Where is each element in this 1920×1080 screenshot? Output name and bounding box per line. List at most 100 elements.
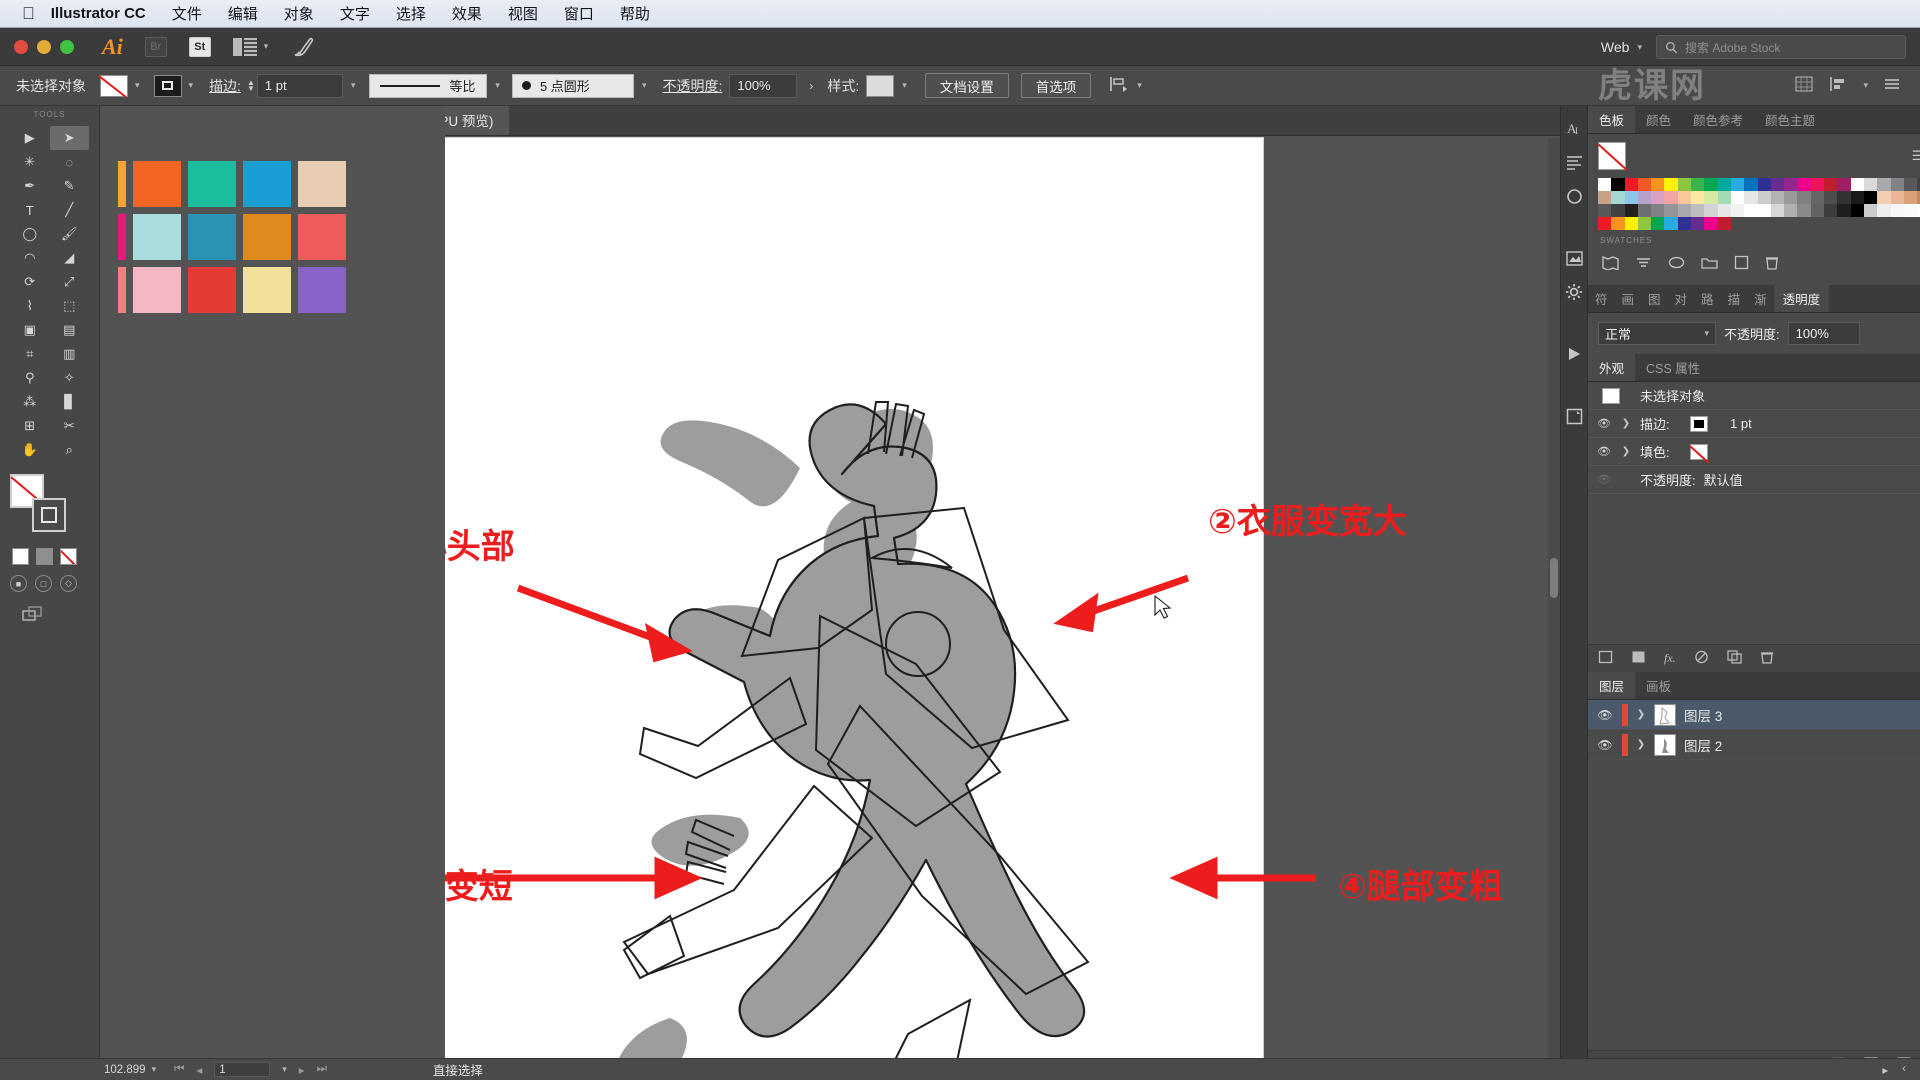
palette-swatch[interactable]	[1810, 204, 1825, 217]
stroke-swatch[interactable]	[32, 498, 66, 532]
palette-swatch[interactable]	[1691, 204, 1705, 217]
palette-swatch[interactable]	[1824, 204, 1838, 217]
palette-swatch[interactable]	[1903, 191, 1918, 204]
zoom-tool[interactable]: ⌕	[50, 438, 90, 462]
mesh-tool[interactable]: ⌗	[10, 342, 50, 366]
layer-row-2[interactable]: 👁 ❯ 图层 2 ◉	[1588, 730, 1920, 760]
gradient-tool[interactable]: ▥	[50, 342, 90, 366]
palette-swatch[interactable]	[1757, 178, 1771, 191]
palette-swatch[interactable]	[1611, 204, 1625, 217]
search-adobe-stock-input[interactable]: 搜索 Adobe Stock	[1656, 35, 1906, 59]
opentype-panel-icon[interactable]	[1561, 186, 1587, 206]
color-button[interactable]	[12, 548, 29, 565]
maximize-window-button[interactable]	[60, 39, 74, 54]
palette-swatch[interactable]	[1637, 191, 1652, 204]
gear-icon[interactable]	[1561, 282, 1587, 302]
appearance-opacity-value[interactable]: 默认值	[1704, 470, 1743, 489]
canvas-swatch[interactable]	[298, 214, 346, 260]
tab-graphic-styles[interactable]: 图	[1641, 285, 1668, 312]
palette-swatch[interactable]	[1624, 204, 1638, 217]
delete-item-icon[interactable]	[1760, 650, 1774, 667]
palette-swatch[interactable]	[1784, 178, 1798, 191]
palette-swatch[interactable]	[1717, 217, 1731, 230]
palette-swatch[interactable]	[1890, 191, 1904, 204]
none-button[interactable]	[60, 548, 77, 565]
palette-swatch[interactable]	[1903, 204, 1918, 217]
close-window-button[interactable]	[14, 39, 28, 54]
palette-swatch[interactable]	[1730, 204, 1745, 217]
align-to-icon[interactable]	[1109, 75, 1129, 96]
ellipse-tool[interactable]: ◯	[10, 222, 50, 246]
tab-transparency[interactable]: 透明度	[1773, 285, 1830, 312]
shaper-tool[interactable]: ◠	[10, 246, 50, 270]
graphic-style-swatch[interactable]	[866, 74, 895, 97]
chevron-down-icon[interactable]: ▾	[1863, 80, 1868, 91]
canvas-vertical-scrollbar[interactable]	[1548, 138, 1560, 1080]
palette-swatch[interactable]	[1717, 178, 1731, 191]
normal-screen-icon[interactable]: ■	[10, 575, 27, 592]
canvas-swatch[interactable]	[118, 267, 126, 313]
palette-swatch[interactable]	[1877, 178, 1891, 191]
triangle-right-icon[interactable]: ▸	[1882, 1063, 1888, 1077]
artwork-layer[interactable]: ①缩小头部 ②衣服变宽大 ③手臂变短 ④腿部变粗	[445, 138, 1560, 1080]
palette-swatch[interactable]	[1637, 178, 1652, 191]
column-graph-tool[interactable]: ▊	[50, 390, 90, 414]
canvas-swatch[interactable]	[243, 161, 291, 207]
visibility-eye-icon[interactable]: 👁	[1596, 445, 1612, 458]
character-panel-icon[interactable]: AI	[1561, 118, 1587, 138]
chevron-down-icon[interactable]: ▾	[135, 80, 140, 91]
chevron-right-icon[interactable]: ❯	[1620, 418, 1632, 429]
lasso-tool[interactable]: ◌	[50, 150, 90, 174]
free-transform-tool[interactable]: ⬚	[50, 294, 90, 318]
none-swatch[interactable]	[100, 74, 128, 97]
width-tool[interactable]: ⌇	[10, 294, 50, 318]
brush-icon[interactable]	[292, 36, 318, 58]
full-screen-icon[interactable]: ◇	[60, 575, 77, 592]
palette-swatch[interactable]	[1810, 191, 1825, 204]
stroke-weight-stepper[interactable]: ▲ ▼	[247, 78, 255, 92]
arrange-documents-button[interactable]: ▾	[232, 37, 268, 56]
layer-row-1[interactable]: 👁 ❯ 图层 3 ◉	[1588, 700, 1920, 730]
palette-swatch[interactable]	[1624, 217, 1638, 230]
palette-swatch[interactable]	[1850, 204, 1864, 217]
palette-swatch[interactable]	[1730, 178, 1745, 191]
paintbrush-tool[interactable]: 🖌	[50, 222, 90, 246]
palette-swatch[interactable]	[1850, 178, 1864, 191]
palette-swatch[interactable]	[1797, 191, 1811, 204]
palette-swatch[interactable]	[1824, 178, 1838, 191]
tab-pathfinder[interactable]: 路	[1694, 285, 1721, 312]
tab-stroke[interactable]: 描	[1721, 285, 1748, 312]
chevron-right-icon[interactable]: ❯	[1628, 739, 1654, 750]
chevron-down-icon[interactable]: ▾	[902, 80, 907, 91]
first-page-icon[interactable]: ⏮	[174, 1063, 184, 1076]
tab-appearance[interactable]: 外观	[1588, 354, 1636, 381]
palette-swatch[interactable]	[1664, 178, 1678, 191]
tab-swatches[interactable]: 色板	[1588, 106, 1636, 133]
visibility-eye-icon[interactable]: 👁	[1588, 738, 1622, 752]
next-page-icon[interactable]: ▸	[299, 1063, 305, 1077]
palette-swatch[interactable]	[1677, 204, 1692, 217]
palette-swatch[interactable]	[1877, 191, 1891, 204]
canvas-swatch[interactable]	[118, 161, 126, 207]
visibility-eye-icon[interactable]: 👁	[1588, 708, 1622, 722]
chevron-down-icon[interactable]: ▾	[1137, 80, 1142, 91]
canvas-swatch[interactable]	[298, 161, 346, 207]
menu-item-file[interactable]: 文件	[172, 3, 202, 24]
stock-button[interactable]: St	[188, 36, 211, 57]
canvas-swatch[interactable]	[243, 267, 291, 313]
palette-swatch[interactable]	[1598, 204, 1612, 217]
palette-swatch[interactable]	[1863, 204, 1878, 217]
grid-toggle-icon[interactable]	[1795, 76, 1813, 95]
menu-item-window[interactable]: 窗口	[564, 3, 594, 24]
chevron-right-icon[interactable]: ❯	[1620, 446, 1632, 457]
palette-swatch[interactable]	[1664, 217, 1678, 230]
symbol-sprayer-tool[interactable]: ⁂	[10, 390, 50, 414]
palette-swatch[interactable]	[1903, 178, 1918, 191]
blend-tool[interactable]: ✧	[50, 366, 90, 390]
canvas-swatch[interactable]	[298, 267, 346, 313]
canvas-swatch[interactable]	[133, 161, 181, 207]
palette-swatch[interactable]	[1810, 178, 1825, 191]
palette-swatch[interactable]	[1677, 217, 1692, 230]
fx-icon[interactable]: fx.	[1664, 651, 1676, 666]
palette-swatch[interactable]	[1691, 178, 1705, 191]
